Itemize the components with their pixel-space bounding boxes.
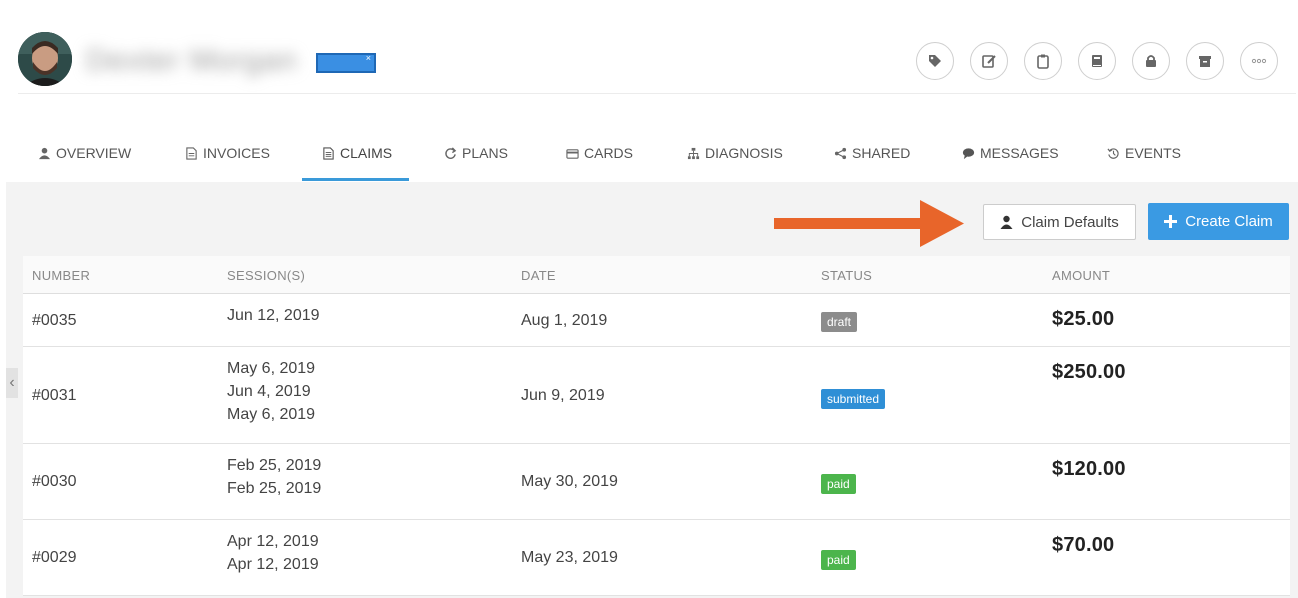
- claim-number[interactable]: #0035: [32, 312, 77, 330]
- status-badge: paid: [821, 550, 856, 570]
- tab-claims[interactable]: CLAIMS: [322, 126, 392, 180]
- session-date: Apr 12, 2019: [227, 533, 319, 550]
- tab-label: EVENTS: [1125, 145, 1182, 161]
- archive-icon[interactable]: [1186, 42, 1224, 80]
- share-icon: [834, 147, 847, 159]
- chevron-left-icon: ‹: [9, 374, 15, 391]
- tab-bar: OVERVIEW INVOICES CLAIMS PLANS CARDS DIA…: [0, 126, 1298, 182]
- tab-label: INVOICES: [203, 145, 270, 161]
- column-header-number[interactable]: NUMBER: [32, 268, 90, 283]
- chat-icon: [962, 147, 975, 159]
- table-header: NUMBER SESSION(S) DATE STATUS AMOUNT: [23, 256, 1290, 294]
- tab-label: OVERVIEW: [56, 145, 132, 161]
- claim-amount: $120.00: [1052, 458, 1126, 480]
- patient-header: Dexter Morgan ×: [18, 30, 1296, 94]
- session-date: Apr 12, 2019: [227, 556, 319, 573]
- user-icon: [1000, 215, 1013, 229]
- session-dates: Feb 25, 2019 Feb 25, 2019: [227, 454, 321, 500]
- tab-messages[interactable]: MESSAGES: [962, 126, 1059, 180]
- claim-amount: $25.00: [1052, 308, 1115, 330]
- history-icon: [1107, 147, 1119, 159]
- status-badge: submitted: [821, 389, 886, 409]
- plus-icon: [1164, 215, 1178, 228]
- claim-date: May 23, 2019: [521, 549, 618, 566]
- header-actions: [916, 42, 1278, 80]
- tab-overview[interactable]: OVERVIEW: [38, 126, 131, 180]
- tab-label: PLANS: [462, 145, 508, 161]
- session-dates: Apr 12, 2019 Apr 12, 2019: [227, 530, 319, 576]
- tab-label: DIAGNOSIS: [705, 145, 783, 161]
- column-header-status[interactable]: STATUS: [821, 268, 872, 283]
- create-claim-label: Create Claim: [1185, 213, 1273, 230]
- session-date: Feb 25, 2019: [227, 480, 322, 497]
- tab-events[interactable]: EVENTS: [1107, 126, 1181, 180]
- avatar[interactable]: [18, 32, 72, 86]
- table-row[interactable]: #0030 Feb 25, 2019 Feb 25, 2019 May 30, …: [23, 444, 1290, 520]
- create-claim-button[interactable]: Create Claim: [1148, 203, 1289, 240]
- tab-shared[interactable]: SHARED: [834, 126, 910, 180]
- active-tab-indicator: [302, 178, 409, 181]
- user-icon: [38, 147, 51, 159]
- claim-number[interactable]: #0030: [32, 473, 77, 491]
- claim-defaults-label: Claim Defaults: [1021, 213, 1119, 231]
- document-icon: [186, 146, 197, 160]
- refresh-icon: [445, 146, 457, 159]
- status-badge: paid: [821, 474, 856, 494]
- claim-date: May 30, 2019: [521, 473, 618, 490]
- claim-amount: $70.00: [1052, 534, 1115, 556]
- claim-date: Aug 1, 2019: [521, 312, 608, 329]
- claim-number[interactable]: #0031: [32, 387, 77, 405]
- tab-label: CARDS: [584, 145, 634, 161]
- claim-defaults-button[interactable]: Claim Defaults: [983, 204, 1136, 240]
- tab-cards[interactable]: CARDS: [566, 126, 633, 180]
- session-date: Jun 12, 2019: [227, 307, 320, 324]
- session-date: Jun 4, 2019: [227, 383, 311, 400]
- lock-icon[interactable]: [1132, 42, 1170, 80]
- claim-number[interactable]: #0029: [32, 549, 77, 567]
- tab-diagnosis[interactable]: DIAGNOSIS: [687, 126, 783, 180]
- card-icon: [566, 148, 579, 159]
- tag-close-icon[interactable]: ×: [366, 53, 371, 63]
- table-row[interactable]: #0031 May 6, 2019 Jun 4, 2019 May 6, 201…: [23, 347, 1290, 444]
- claim-amount: $250.00: [1052, 361, 1126, 383]
- tab-plans[interactable]: PLANS: [444, 126, 508, 180]
- session-date: May 6, 2019: [227, 360, 316, 377]
- claims-icon: [323, 146, 334, 160]
- book-icon[interactable]: [1078, 42, 1116, 80]
- column-header-date[interactable]: DATE: [521, 268, 556, 283]
- patient-name: Dexter Morgan: [86, 44, 298, 77]
- table-row[interactable]: #0029 Apr 12, 2019 Apr 12, 2019 May 23, …: [23, 520, 1290, 596]
- tab-invoices[interactable]: INVOICES: [185, 126, 270, 180]
- session-date: May 6, 2019: [227, 406, 316, 423]
- tab-label: MESSAGES: [980, 145, 1059, 161]
- claim-date: Jun 9, 2019: [521, 387, 605, 404]
- collapse-sidebar-handle[interactable]: ‹: [6, 368, 18, 398]
- arrow-annotation: [774, 200, 964, 247]
- status-badge: draft: [821, 312, 858, 332]
- session-dates: May 6, 2019 Jun 4, 2019 May 6, 2019: [227, 357, 315, 426]
- patient-tag[interactable]: ×: [316, 53, 376, 73]
- column-header-amount[interactable]: AMOUNT: [1052, 268, 1110, 283]
- claims-table: NUMBER SESSION(S) DATE STATUS AMOUNT #00…: [23, 256, 1290, 596]
- claims-panel: Claim Defaults Create Claim ‹ NUMBER SES…: [6, 182, 1298, 598]
- sitemap-icon: [687, 147, 700, 159]
- session-date: Feb 25, 2019: [227, 457, 322, 474]
- tab-label: CLAIMS: [340, 145, 393, 161]
- table-row[interactable]: #0035 Jun 12, 2019 Aug 1, 2019 draft $25…: [23, 294, 1290, 347]
- clipboard-icon[interactable]: [1024, 42, 1062, 80]
- edit-icon[interactable]: [970, 42, 1008, 80]
- tab-label: SHARED: [852, 145, 911, 161]
- more-icon[interactable]: [1240, 42, 1278, 80]
- tag-icon[interactable]: [916, 42, 954, 80]
- session-dates: Jun 12, 2019: [227, 304, 320, 327]
- column-header-sessions[interactable]: SESSION(S): [227, 268, 305, 283]
